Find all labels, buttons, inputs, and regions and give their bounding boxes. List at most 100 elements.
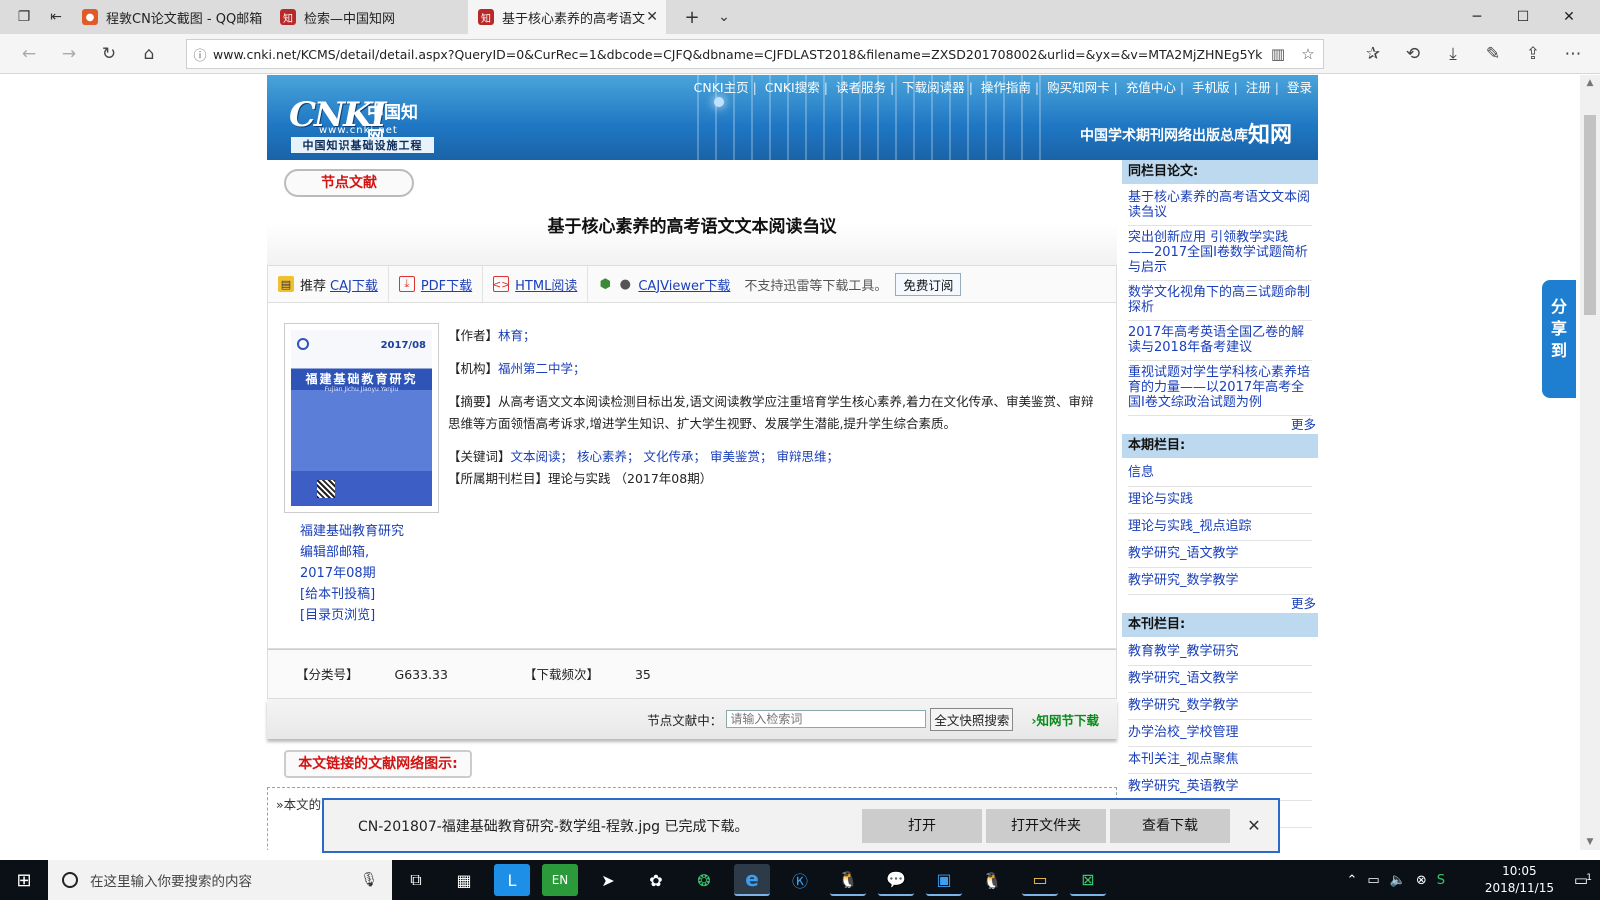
maximize-icon[interactable]: ☐ (1500, 0, 1546, 34)
list-item[interactable]: 教学研究_语文教学 (1128, 541, 1312, 568)
journal-email-link[interactable]: 编辑部邮箱, (300, 542, 404, 563)
pen-notes-icon[interactable]: ✎ (1478, 40, 1508, 68)
keyword-link[interactable]: 文化传承； (644, 449, 707, 464)
scroll-down-icon[interactable]: ▼ (1580, 834, 1600, 850)
keyword-link[interactable]: 文本阅读； (511, 449, 574, 464)
scrollbar-thumb[interactable] (1584, 115, 1596, 315)
list-item[interactable]: 教学研究_语文教学 (1128, 666, 1312, 693)
volume-icon[interactable]: 🔈 (1390, 873, 1406, 888)
close-tab-icon[interactable]: ✕ (646, 9, 658, 25)
cnki-logo[interactable]: CNKI 中国知网 www.cnki.net 中国知识基础设施工程 (289, 95, 434, 153)
app-k-icon[interactable]: Ⓚ (782, 864, 818, 896)
node-download-link[interactable]: ›知网节下载 (1031, 710, 1099, 729)
windows-start-icon[interactable]: ⊞ (0, 860, 48, 900)
open-file-button[interactable]: 打开 (862, 808, 982, 843)
view-downloads-button[interactable]: 查看下载 (1110, 808, 1230, 843)
app-en-icon[interactable]: EN (542, 864, 578, 896)
qq-icon[interactable]: 🐧 (830, 864, 866, 896)
list-item[interactable]: 理论与实践_视点追踪 (1128, 514, 1312, 541)
nav-cnki-search[interactable]: CNKI搜索 (765, 80, 820, 95)
close-notification-icon[interactable]: ✕ (1230, 816, 1278, 835)
pdf-download-link[interactable]: PDF下载 (421, 275, 472, 294)
nav-reader-service[interactable]: 读者服务 (836, 80, 886, 95)
free-subscribe-button[interactable]: 免费订阅 (895, 272, 962, 296)
share-icon[interactable]: ⇪ (1518, 40, 1548, 68)
page-scrollbar[interactable]: ▲ ▼ (1580, 75, 1600, 850)
nav-register[interactable]: 注册 (1246, 80, 1271, 95)
list-item[interactable]: 数学文化视角下的高三试题命制探析 (1128, 281, 1312, 321)
scroll-up-icon[interactable]: ▲ (1580, 75, 1600, 91)
html-read-link[interactable]: HTML阅读 (515, 275, 577, 294)
taskbar-clock[interactable]: 10:05 2018/11/15 (1485, 863, 1554, 897)
url-text[interactable]: www.cnki.net/KCMS/detail/detail.aspx?Que… (213, 47, 1263, 62)
nav-guide[interactable]: 操作指南 (981, 80, 1031, 95)
nav-download-reader[interactable]: 下载阅读器 (902, 80, 965, 95)
calculator-icon[interactable]: ▦ (446, 864, 482, 896)
excel-icon[interactable]: ⊠ (1070, 864, 1106, 896)
microphone-icon[interactable]: 🎙 (360, 872, 378, 888)
task-view-icon[interactable]: ⧉ (398, 864, 434, 896)
submit-manuscript-link[interactable]: [给本刊投稿] (300, 584, 404, 605)
cajviewer-download-link[interactable]: CAJViewer下载 (638, 275, 730, 294)
more-link[interactable]: 更多 (1122, 595, 1318, 613)
list-item[interactable]: 突出创新应用 引领教学实践——2017全国Ⅰ卷数学试题简析与启示 (1128, 226, 1312, 281)
list-item[interactable]: 教学研究_英语教学 (1128, 774, 1312, 801)
site-info-icon[interactable]: ⓘ (187, 45, 213, 64)
reading-view-icon[interactable]: ▥ (1263, 45, 1293, 63)
app-cloud-icon[interactable]: ✿ (638, 864, 674, 896)
close-window-icon[interactable]: ✕ (1546, 0, 1592, 34)
node-search-input[interactable] (726, 710, 927, 728)
author-link[interactable]: 林育； (498, 328, 536, 343)
file-explorer-icon[interactable]: ▭ (1022, 864, 1058, 896)
favorites-icon[interactable]: ✰ (1358, 40, 1388, 68)
qq-icon[interactable]: 🐧 (974, 864, 1010, 896)
list-item[interactable]: 2017年高考英语全国乙卷的解读与2018年备考建议 (1128, 321, 1312, 361)
list-item[interactable]: 重视试题对学生学科核心素养培育的力量——以2017年高考全国Ⅰ卷文综政治试题为例 (1128, 361, 1312, 416)
open-folder-button[interactable]: 打开文件夹 (986, 808, 1106, 843)
wechat-icon[interactable]: 💬 (878, 864, 914, 896)
address-bar[interactable]: ⓘ www.cnki.net/KCMS/detail/detail.aspx?Q… (186, 39, 1324, 69)
back-arrow-icon[interactable]: ← (14, 40, 44, 68)
fulltext-search-button[interactable]: 全文快照搜索 (930, 707, 1014, 731)
tab-article[interactable]: 知 基于核心素养的高考语文 ✕ (468, 0, 666, 34)
edge-browser-icon[interactable]: e (734, 864, 770, 896)
list-item[interactable]: 教学研究_数学教学 (1128, 693, 1312, 720)
list-item[interactable]: 本刊关注_视点聚焦 (1128, 747, 1312, 774)
nav-login[interactable]: 登录 (1287, 80, 1312, 95)
more-link[interactable]: 更多 (1122, 416, 1318, 434)
share-button[interactable]: 分享到 (1542, 280, 1576, 398)
history-icon[interactable]: ⟲ (1398, 40, 1428, 68)
list-item[interactable]: 理论与实践 (1128, 487, 1312, 514)
nav-cnki-home[interactable]: CNKI主页 (694, 80, 749, 95)
org-link[interactable]: 福州第二中学； (498, 361, 586, 376)
tray-chevron-up-icon[interactable]: ⌃ (1346, 873, 1357, 888)
forward-arrow-icon[interactable]: → (54, 40, 84, 68)
journal-cover[interactable]: 2017/08 福建基础教育研究 Fujian Jichu Jiaoyu Yan… (284, 323, 439, 513)
new-tab-icon[interactable]: + (676, 0, 708, 34)
tray-app-icon[interactable]: ⊗ (1416, 873, 1427, 888)
keyword-link[interactable]: 审辩思维； (777, 449, 840, 464)
taskbar-search-box[interactable]: 在这里输入你要搜索的内容 🎙 (48, 860, 392, 900)
app-grid-icon[interactable]: ▣ (926, 864, 962, 896)
list-item[interactable]: 基于核心素养的高考语文文本阅读刍议 (1128, 186, 1312, 226)
tray-s-icon[interactable]: S (1437, 873, 1445, 888)
network-icon[interactable]: ▭ (1367, 873, 1379, 888)
home-icon[interactable]: ⌂ (134, 40, 164, 68)
action-center-icon[interactable]: ▭ 1 (1566, 866, 1596, 894)
app-swirl-icon[interactable]: ❂ (686, 864, 722, 896)
tab-qq-mail[interactable]: ● 程敦CN论文截图 - QQ邮箱 (72, 0, 270, 34)
more-menu-icon[interactable]: ⋯ (1558, 40, 1588, 68)
list-item[interactable]: 信息 (1128, 460, 1312, 487)
set-aside-tabs-icon[interactable]: ⇤ (40, 0, 72, 34)
journal-name-link[interactable]: 福建基础教育研究 (300, 521, 404, 542)
app-l-icon[interactable]: L (494, 864, 530, 896)
nav-recharge[interactable]: 充值中心 (1126, 80, 1176, 95)
nav-buy-card[interactable]: 购买知网卡 (1047, 80, 1110, 95)
favorite-star-icon[interactable]: ☆ (1293, 45, 1323, 63)
refresh-icon[interactable]: ↻ (94, 40, 124, 68)
caj-download-link[interactable]: CAJ下载 (330, 275, 378, 294)
list-item[interactable]: 教学研究_数学教学 (1128, 568, 1312, 595)
downloads-icon[interactable]: ⤓ (1438, 40, 1468, 68)
journal-issue-link[interactable]: 2017年08期 (300, 563, 404, 584)
tab-cnki-search[interactable]: 知 检索—中国知网 (270, 0, 468, 34)
